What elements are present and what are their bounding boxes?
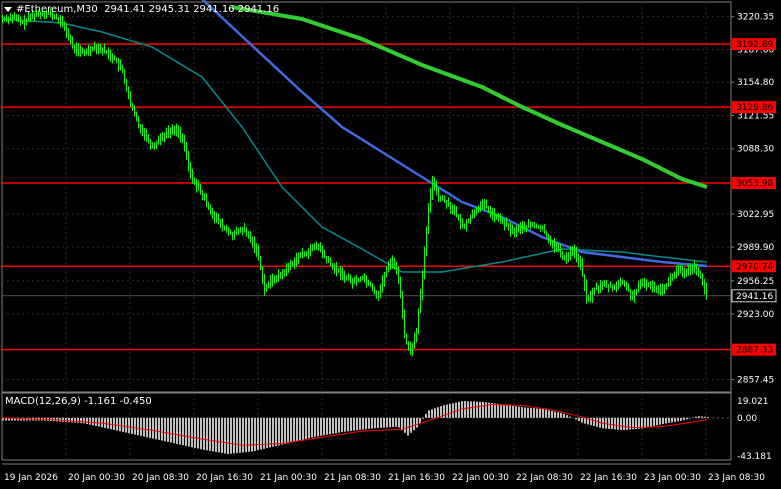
price-level-label: 2970.74 bbox=[736, 262, 773, 272]
main-panel-frame bbox=[1, 1, 732, 393]
dropdown-triangle-icon[interactable] bbox=[4, 6, 12, 12]
moving-average-slow bbox=[231, 5, 708, 189]
macd-tick-label: 19.021 bbox=[737, 397, 769, 407]
time-axis-label: 23 Jan 00:30 bbox=[644, 473, 701, 483]
macd-indicator-title: MACD(12,26,9) -1.161 -0.450 bbox=[5, 396, 152, 407]
time-axis-label: 21 Jan 08:30 bbox=[324, 473, 381, 483]
price-level-label: 3192.89 bbox=[736, 40, 773, 50]
price-level-label: 3129.86 bbox=[736, 103, 773, 113]
moving-average-mid bbox=[1, 18, 708, 273]
time-axis-label: 20 Jan 08:30 bbox=[132, 473, 189, 483]
chart-canvas[interactable]: 3220.353187.603154.803121.553088.303022.… bbox=[0, 0, 781, 489]
moving-average-fast bbox=[199, 0, 708, 268]
trading-chart[interactable]: 3220.35 3187.60 3154.80 3121.55 3088.30 3022.… bbox=[0, 0, 781, 489]
current-price-label: 2941.16 bbox=[736, 292, 773, 302]
time-axis-label: 22 Jan 00:30 bbox=[452, 473, 509, 483]
time-axis-label: 20 Jan 16:30 bbox=[196, 473, 253, 483]
price-tick-label: 3154.80 bbox=[737, 78, 774, 88]
price-tick-label: 2857.45 bbox=[737, 376, 774, 386]
chart-header: #Ethereum,M30 2941.41 2945.31 2941.16 29… bbox=[4, 4, 279, 15]
time-axis-label: 21 Jan 16:30 bbox=[388, 473, 445, 483]
time-axis-label: 21 Jan 00:30 bbox=[260, 473, 317, 483]
macd-tick-label: -43.181 bbox=[737, 452, 772, 462]
time-axis-label: 19 Jan 2026 bbox=[4, 473, 58, 483]
price-tick-label: 2956.25 bbox=[737, 277, 774, 287]
price-tick-label: 3022.95 bbox=[737, 210, 774, 220]
time-axis-label: 22 Jan 08:30 bbox=[516, 473, 573, 483]
macd-tick-label: 0.00 bbox=[737, 414, 757, 424]
time-axis-label: 20 Jan 00:30 bbox=[68, 473, 125, 483]
price-tick-label: 3220.35 bbox=[737, 13, 774, 23]
symbol-timeframe: #Ethereum,M30 bbox=[16, 4, 98, 15]
price-tick-label: 2923.00 bbox=[737, 310, 774, 320]
price-level-label: 3053.98 bbox=[736, 179, 773, 189]
ohlc-readout: 2941.41 2945.31 2941.16 2941.16 bbox=[104, 4, 280, 15]
price-level-label: 2887.33 bbox=[736, 346, 773, 356]
time-axis-label: 23 Jan 08:30 bbox=[708, 473, 765, 483]
time-axis-label: 22 Jan 16:30 bbox=[580, 473, 637, 483]
price-tick-label: 3088.30 bbox=[737, 145, 774, 155]
price-tick-label: 2989.90 bbox=[737, 243, 774, 253]
